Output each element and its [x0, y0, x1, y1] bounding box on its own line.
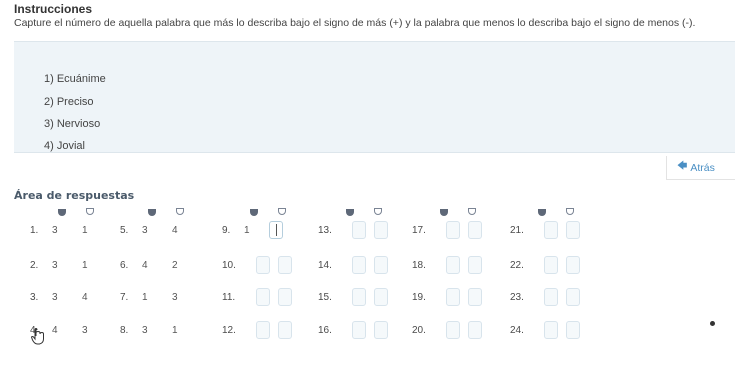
answer-number: 15.: [318, 292, 332, 303]
answer-minus-input[interactable]: [278, 256, 292, 274]
answer-plus-input[interactable]: [352, 256, 366, 274]
back-button-label: Atrás: [690, 161, 715, 174]
minus-sign-icon: [468, 208, 476, 215]
plus-sign-icon: [538, 209, 546, 216]
answer-plus-input[interactable]: [446, 288, 460, 306]
answers-title: Área de respuestas: [14, 189, 135, 202]
answer-minus-input[interactable]: [269, 221, 283, 239]
plus-sign-icon: [346, 209, 354, 216]
answer-minus-input[interactable]: [374, 221, 388, 239]
answer-plus-input[interactable]: [352, 221, 366, 239]
answer-minus-input[interactable]: [566, 256, 580, 274]
minus-sign-icon: [374, 208, 382, 215]
answer-plus-value[interactable]: 3: [52, 260, 58, 271]
status-dot: [710, 321, 715, 326]
plus-sign-icon: [58, 209, 66, 216]
answer-number: 12.: [222, 325, 236, 336]
answer-plus-value[interactable]: 3: [142, 225, 148, 236]
answer-number: 10.: [222, 260, 236, 271]
answer-minus-value[interactable]: 3: [82, 325, 88, 336]
minus-sign-icon: [176, 208, 184, 215]
answer-number: 23.: [510, 292, 524, 303]
answer-plus-value[interactable]: 3: [142, 325, 148, 336]
answer-minus-input[interactable]: [468, 256, 482, 274]
answer-number: 9.: [222, 225, 231, 236]
answer-number: 20.: [412, 325, 426, 336]
answer-plus-value[interactable]: 4: [142, 260, 148, 271]
word-item-4: 4) Jovial: [44, 140, 85, 152]
answer-minus-input[interactable]: [468, 221, 482, 239]
answer-number: 19.: [412, 292, 426, 303]
minus-sign-icon: [278, 208, 286, 215]
answer-minus-input[interactable]: [566, 288, 580, 306]
answer-plus-value[interactable]: 4: [52, 325, 58, 336]
minus-sign-icon: [566, 208, 574, 215]
answer-number: 7.: [120, 292, 129, 303]
answer-plus-input[interactable]: [256, 321, 270, 339]
answer-plus-input[interactable]: [256, 256, 270, 274]
answer-plus-input[interactable]: [446, 256, 460, 274]
answer-plus-value[interactable]: 1: [142, 292, 148, 303]
word-item-3: 3) Nervioso: [44, 118, 101, 130]
answer-minus-input[interactable]: [278, 321, 292, 339]
minus-sign-icon: [86, 208, 94, 215]
answer-minus-input[interactable]: [374, 321, 388, 339]
answer-number: 11.: [222, 292, 236, 303]
back-button[interactable]: 🡄 Atrás: [666, 156, 735, 180]
plus-sign-icon: [440, 209, 448, 216]
answer-plus-input[interactable]: [256, 288, 270, 306]
answer-plus-input[interactable]: [352, 321, 366, 339]
answer-plus-value[interactable]: 3: [52, 225, 58, 236]
answer-plus-value[interactable]: 3: [52, 292, 58, 303]
answer-minus-input[interactable]: [374, 256, 388, 274]
hand-cursor-icon: [31, 327, 44, 345]
answer-number: 5.: [120, 225, 129, 236]
plus-sign-icon: [250, 209, 258, 216]
word-item-2: 2) Preciso: [44, 96, 94, 108]
answer-number: 13.: [318, 225, 332, 236]
answer-plus-input[interactable]: [544, 221, 558, 239]
answer-plus-input[interactable]: [446, 221, 460, 239]
words-panel: 1) Ecuánime 2) Preciso 3) Nervioso 4) Jo…: [14, 41, 735, 153]
instructions-description: Capture el número de aquella palabra que…: [14, 17, 696, 29]
answer-number: 14.: [318, 260, 332, 271]
answer-number: 16.: [318, 325, 332, 336]
answer-plus-input[interactable]: [544, 288, 558, 306]
answer-minus-value[interactable]: 4: [172, 225, 178, 236]
answer-minus-input[interactable]: [566, 321, 580, 339]
answer-number: 8.: [120, 325, 129, 336]
answer-number: 2.: [30, 260, 39, 271]
answer-minus-value[interactable]: 1: [82, 260, 88, 271]
answer-minus-input[interactable]: [566, 221, 580, 239]
answer-minus-value[interactable]: 3: [172, 292, 178, 303]
answer-minus-input[interactable]: [468, 288, 482, 306]
answer-minus-value[interactable]: 1: [82, 225, 88, 236]
answer-minus-input[interactable]: [468, 321, 482, 339]
answer-number: 17.: [412, 225, 426, 236]
instructions-title: Instrucciones: [14, 2, 93, 16]
answer-plus-input[interactable]: [544, 321, 558, 339]
plus-sign-icon: [148, 209, 156, 216]
answer-minus-value[interactable]: 4: [82, 292, 88, 303]
answer-plus-value[interactable]: 1: [244, 225, 250, 236]
answer-plus-input[interactable]: [544, 256, 558, 274]
answer-number: 3.: [30, 292, 39, 303]
answer-number: 18.: [412, 260, 426, 271]
answer-plus-input[interactable]: [352, 288, 366, 306]
answer-minus-value[interactable]: 1: [172, 325, 178, 336]
arrow-left-icon: 🡄: [677, 161, 688, 172]
text-cursor: [276, 224, 277, 236]
answer-minus-value[interactable]: 2: [172, 260, 178, 271]
answer-number: 22.: [510, 260, 524, 271]
answer-number: 21.: [510, 225, 524, 236]
answer-minus-input[interactable]: [374, 288, 388, 306]
answer-number: 6.: [120, 260, 129, 271]
word-item-1: 1) Ecuánime: [44, 73, 106, 85]
answer-number: 24.: [510, 325, 524, 336]
answer-plus-input[interactable]: [446, 321, 460, 339]
answer-minus-input[interactable]: [278, 288, 292, 306]
answer-number: 1.: [30, 225, 39, 236]
